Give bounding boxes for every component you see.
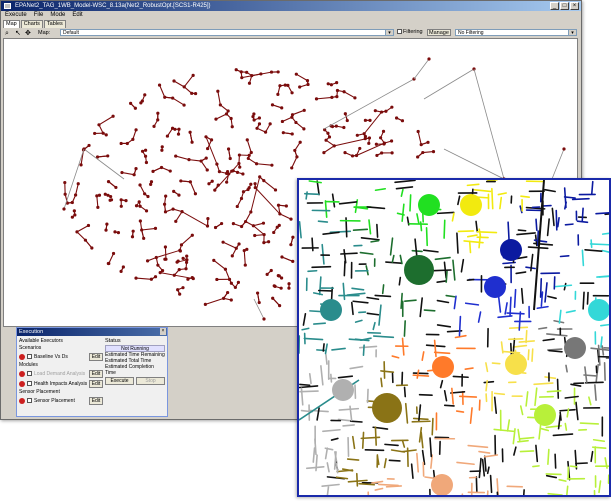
checkbox[interactable]	[27, 371, 32, 377]
title-bar: EPANet2_TAG_1WB_Model-WSC_8.13a(Net2_Rob…	[1, 1, 581, 11]
section-scenarios: Scenarios	[19, 345, 42, 351]
edit-button[interactable]: Edit	[89, 380, 103, 388]
map-toolbar: ⌕ ↖ ✥ Map: Default ▾ Filtering Manage No…	[1, 28, 581, 38]
zone-marker	[564, 337, 586, 359]
maximize-icon[interactable]: □	[560, 2, 569, 10]
execution-title: Execution	[17, 328, 167, 336]
zone-map-graphic	[299, 180, 609, 495]
checkbox-icon	[397, 29, 402, 35]
zone-marker	[460, 194, 482, 216]
executor-label: Baseline Vs Ds	[34, 354, 68, 360]
status-badge: Not Running	[105, 345, 165, 352]
filter-select-value: No Filtering	[458, 30, 484, 36]
menu-item-edit[interactable]: Edit	[72, 11, 82, 20]
list-item: Baseline Vs Ds Edit	[19, 352, 103, 362]
zone-marker	[418, 194, 440, 216]
menu-item-file[interactable]: File	[34, 11, 44, 20]
list-item: Load Demand Analysis Edit	[19, 369, 103, 379]
window-title: EPANet2_TAG_1WB_Model-WSC_8.13a(Net2_Rob…	[15, 3, 211, 9]
app-icon	[4, 3, 11, 9]
list-item: Sensor Placement Edit	[19, 396, 103, 406]
tab-charts[interactable]: Charts	[20, 20, 43, 28]
minimize-icon[interactable]: _	[550, 2, 559, 10]
zone-marker	[404, 255, 434, 285]
edit-button[interactable]: Edit	[89, 397, 103, 405]
edit-button[interactable]: Edit	[89, 370, 103, 378]
executor-label: Load Demand Analysis	[34, 371, 86, 377]
zone-marker	[332, 379, 354, 401]
chevron-down-icon[interactable]: ▾	[568, 30, 576, 36]
close-icon[interactable]: ×	[160, 328, 166, 335]
tab-strip: Map Charts Tables	[1, 20, 581, 28]
map-select-value: Default	[63, 30, 79, 36]
map-label: Map:	[38, 30, 51, 36]
zone-network	[299, 180, 609, 495]
filtering-label: Filtering	[403, 29, 423, 35]
remove-icon[interactable]	[19, 353, 25, 360]
chevron-down-icon[interactable]: ▾	[385, 30, 393, 36]
zone-marker	[431, 474, 453, 495]
close-icon[interactable]: ×	[570, 2, 579, 10]
remove-icon[interactable]	[19, 397, 25, 404]
remove-icon[interactable]	[19, 380, 25, 387]
zone-marker	[484, 276, 506, 298]
map-select[interactable]: Default ▾	[60, 29, 394, 36]
pan-icon[interactable]: ✥	[25, 30, 32, 37]
section-sensor-placement: Sensor Placement	[19, 389, 60, 395]
checkbox[interactable]	[27, 354, 32, 360]
filtering-checkbox[interactable]: Filtering	[397, 29, 423, 36]
zone-marker	[320, 299, 342, 321]
checkbox[interactable]	[27, 398, 32, 404]
status-title: Status	[105, 338, 121, 344]
zone-marker	[588, 299, 609, 321]
executor-label: Health Impacts Analysis	[34, 381, 88, 387]
zone-marker	[432, 356, 454, 378]
status-area: Status Not Running Estimated Time Remain…	[105, 338, 165, 385]
remove-icon[interactable]	[19, 370, 25, 377]
zoom-icon[interactable]: ⌕	[5, 30, 12, 37]
zone-marker	[500, 239, 522, 261]
execution-panel: Execution × Available Executors Scenario…	[16, 327, 168, 417]
manage-button[interactable]: Manage	[427, 29, 451, 36]
checkbox[interactable]	[27, 381, 32, 387]
zone-marker	[534, 404, 556, 426]
menu-item-mode[interactable]: Mode	[50, 11, 65, 20]
zone-map-inset	[297, 178, 611, 497]
zone-marker	[372, 393, 402, 423]
status-buttons: Execute Stop	[105, 377, 165, 385]
status-line: Estimated Completion Time	[105, 364, 154, 376]
section-modules: Modules	[19, 362, 38, 368]
executor-label: Sensor Placement	[34, 398, 75, 404]
edit-button[interactable]: Edit	[89, 353, 103, 361]
menu-bar: Execute File Mode Edit	[1, 11, 581, 20]
available-executors-label: Available Executors	[19, 338, 63, 344]
menu-item-execute[interactable]: Execute	[5, 11, 27, 20]
tab-tables[interactable]: Tables	[43, 20, 66, 28]
tab-map[interactable]: Map	[3, 20, 20, 28]
window-controls: _ □ ×	[550, 2, 579, 10]
filter-select[interactable]: No Filtering ▾	[455, 29, 577, 36]
stop-button[interactable]: Stop	[136, 377, 165, 385]
execute-button[interactable]: Execute	[105, 377, 134, 385]
list-item: Health Impacts Analysis Edit	[19, 379, 103, 389]
zone-marker	[505, 353, 527, 375]
executors-list: Available Executors Scenarios Baseline V…	[19, 338, 103, 406]
pointer-icon[interactable]: ↖	[15, 30, 22, 37]
